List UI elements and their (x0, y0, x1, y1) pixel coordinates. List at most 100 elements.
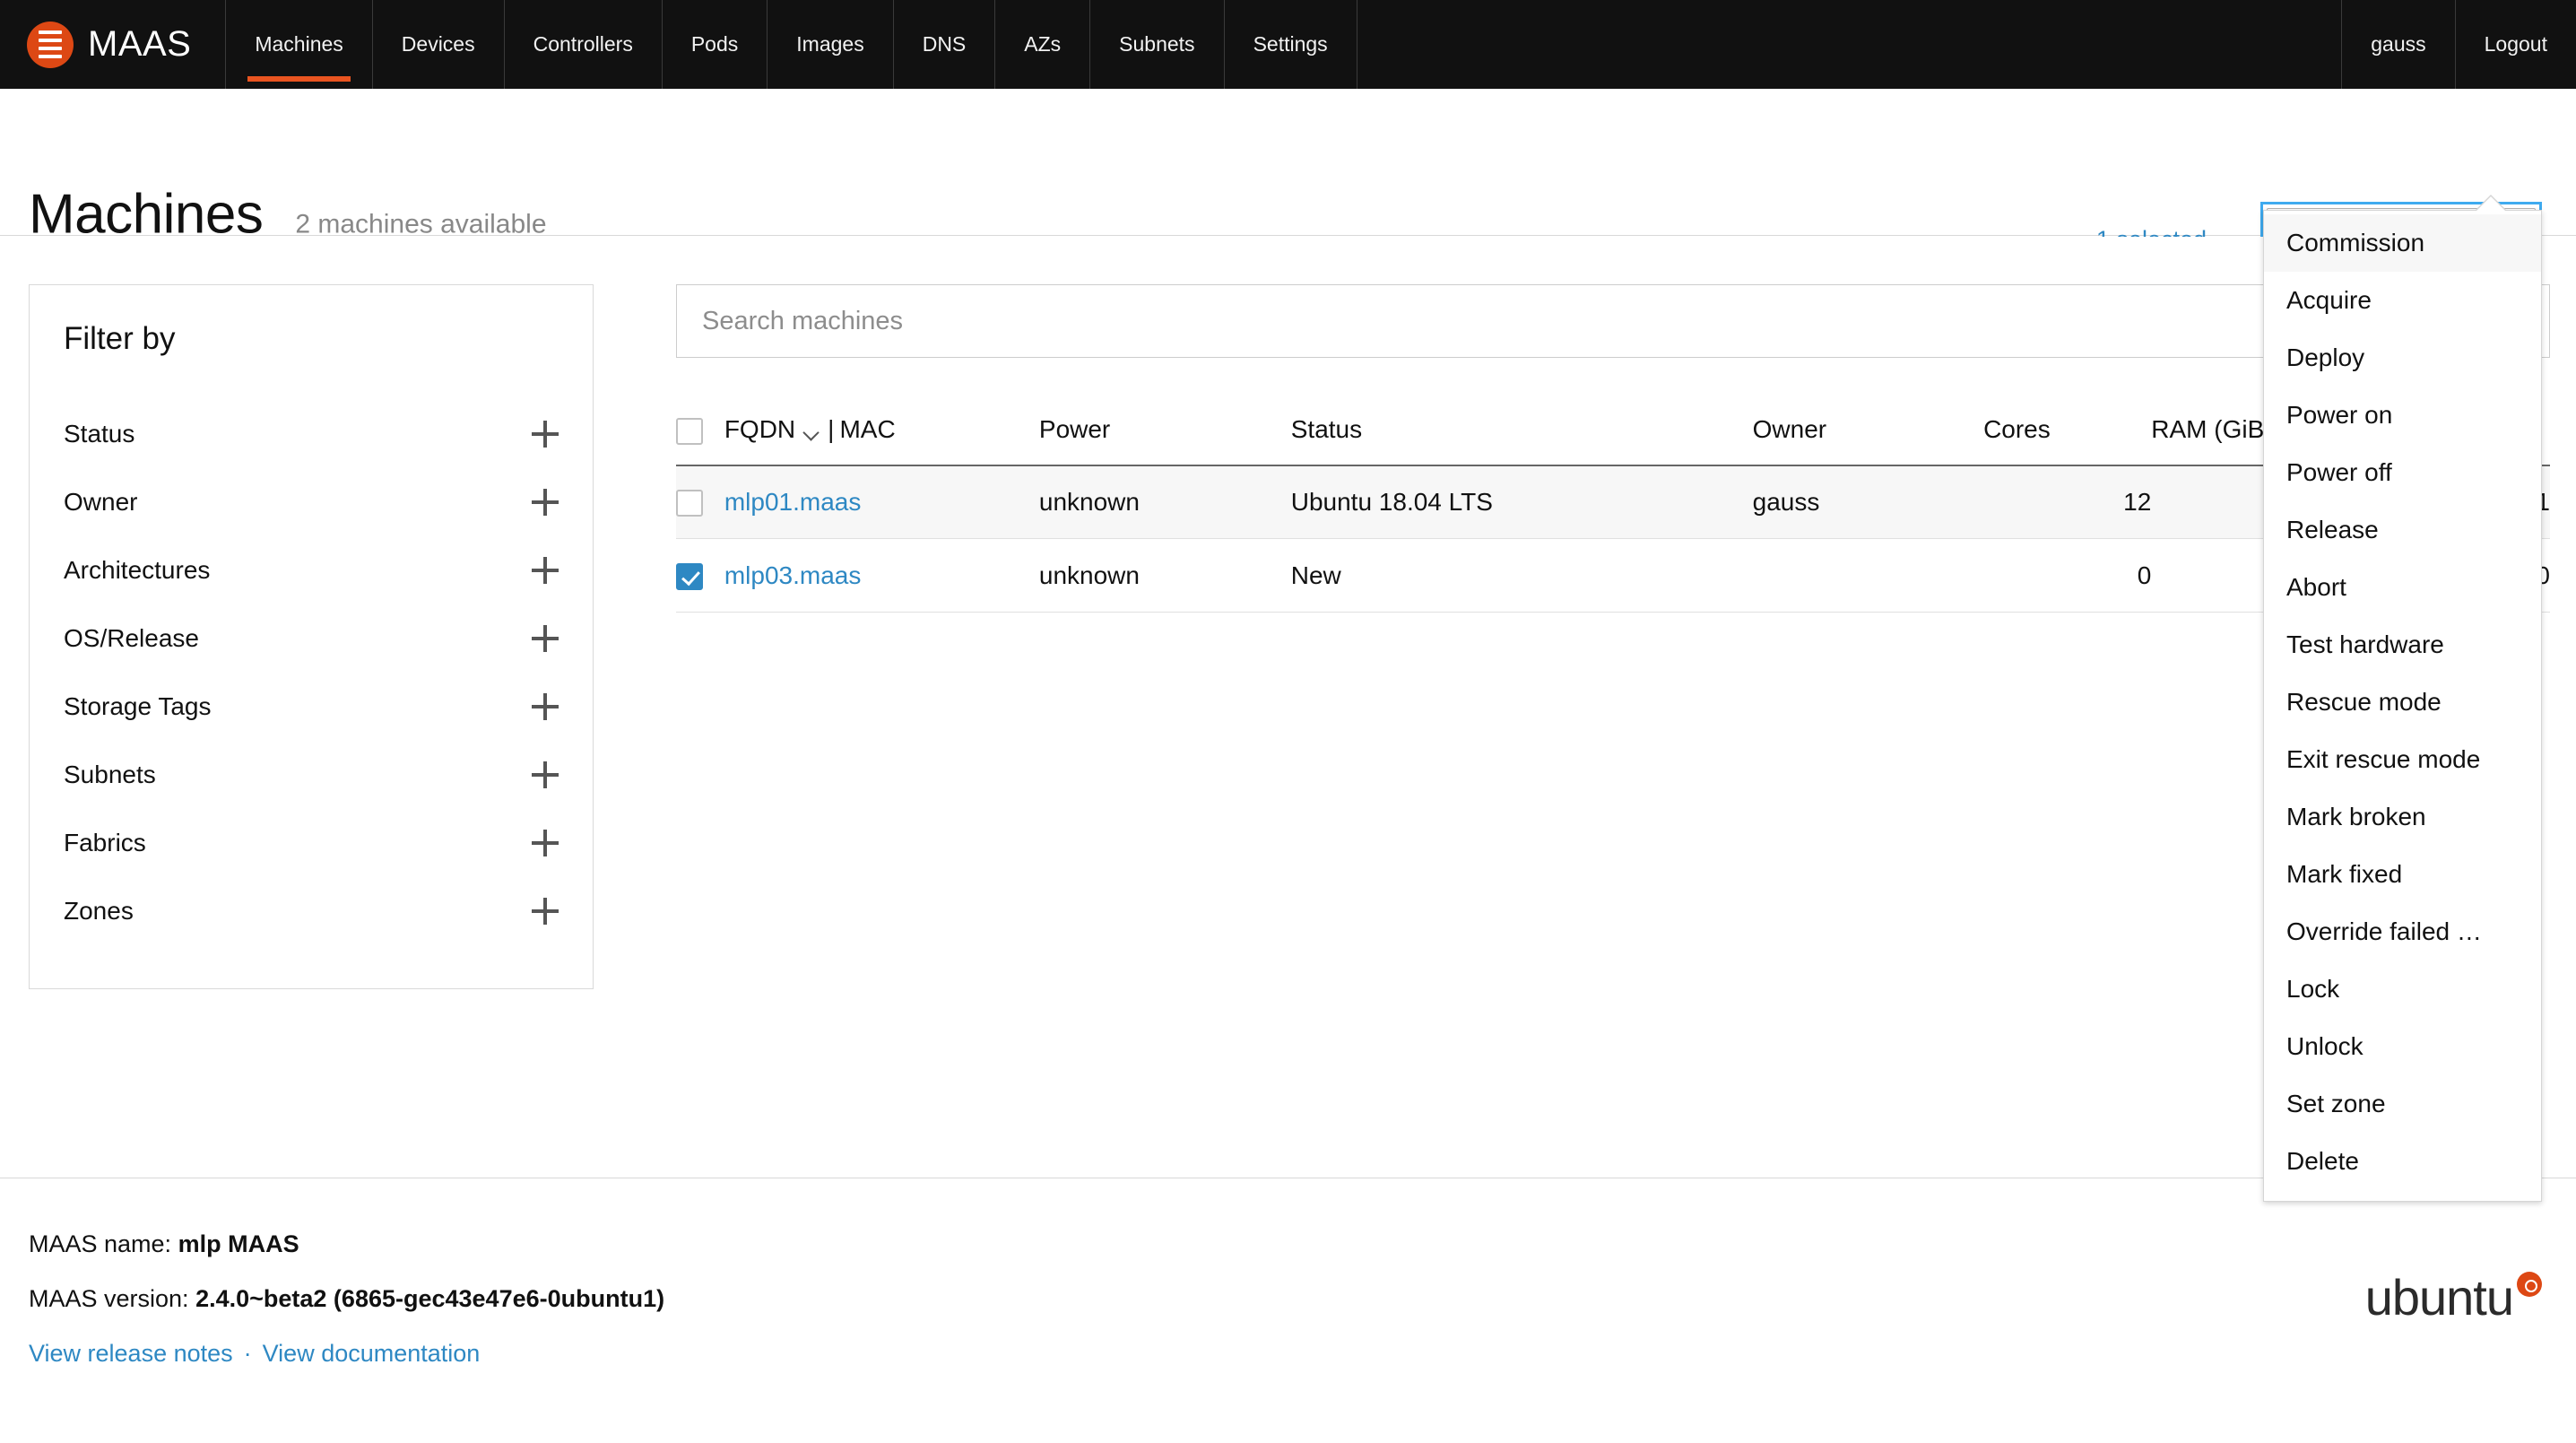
row-cores-cell: 12 (1983, 465, 2151, 539)
search-input[interactable] (702, 307, 2524, 336)
ubuntu-logo: ubuntu (2365, 1268, 2542, 1326)
column-header-label: RAM (GiB) (2151, 415, 2272, 443)
menu-item-label: Abort (2286, 573, 2346, 601)
column-header-label: Power (1039, 415, 1110, 443)
nav-item-label: Pods (691, 32, 738, 57)
brand-logo[interactable]: MAAS (0, 0, 225, 89)
row-power-cell: unknown (1039, 539, 1291, 613)
maas-version-value: 2.4.0~beta2 (6865-gec43e47e6-0ubuntu1) (195, 1285, 664, 1312)
menu-item-mark-fixed[interactable]: Mark fixed (2264, 846, 2541, 903)
column-header-owner[interactable]: Owner (1753, 403, 1983, 465)
column-header-status[interactable]: Status (1291, 403, 1753, 465)
primary-nav-items: Machines Devices Controllers Pods Images… (225, 0, 2341, 89)
plus-icon (532, 625, 559, 652)
menu-item-abort[interactable]: Abort (2264, 559, 2541, 616)
menu-item-acquire[interactable]: Acquire (2264, 272, 2541, 329)
row-checkbox[interactable] (676, 490, 703, 517)
filter-item-zones[interactable]: Zones (64, 877, 559, 945)
header-pipe-separator: | (828, 415, 834, 443)
nav-item-settings[interactable]: Settings (1224, 0, 1357, 89)
nav-item-pods[interactable]: Pods (662, 0, 767, 89)
menu-item-label: Rescue mode (2286, 688, 2442, 716)
menu-item-override-failed[interactable]: Override failed … (2264, 903, 2541, 961)
nav-item-subnets[interactable]: Subnets (1089, 0, 1223, 89)
menu-item-exit-rescue-mode[interactable]: Exit rescue mode (2264, 731, 2541, 788)
nav-spacer (1357, 0, 2342, 89)
row-checkbox[interactable] (676, 563, 703, 590)
nav-item-label: Images (796, 32, 863, 57)
filter-panel-title: Filter by (64, 321, 559, 357)
nav-item-dns[interactable]: DNS (893, 0, 995, 89)
row-owner-cell (1753, 539, 1983, 613)
menu-item-label: Exit rescue mode (2286, 745, 2480, 773)
release-notes-link[interactable]: View release notes (29, 1340, 233, 1367)
documentation-link[interactable]: View documentation (263, 1340, 481, 1367)
menu-item-power-on[interactable]: Power on (2264, 387, 2541, 444)
machine-link[interactable]: mlp01.maas (724, 488, 862, 516)
filter-item-subnets[interactable]: Subnets (64, 741, 559, 809)
nav-item-logout[interactable]: Logout (2455, 0, 2576, 89)
select-all-checkbox[interactable] (676, 418, 703, 445)
column-header-fqdn[interactable]: FQDN|MAC (724, 403, 1039, 465)
filter-item-label: Status (64, 420, 134, 448)
select-all-header (676, 403, 724, 465)
nav-item-label: Devices (402, 32, 475, 57)
filter-item-fabrics[interactable]: Fabrics (64, 809, 559, 877)
menu-item-set-zone[interactable]: Set zone (2264, 1075, 2541, 1133)
row-status-cell: Ubuntu 18.04 LTS (1291, 465, 1753, 539)
menu-item-label: Unlock (2286, 1032, 2364, 1060)
filter-item-owner[interactable]: Owner (64, 468, 559, 536)
top-navigation-bar: MAAS Machines Devices Controllers Pods I… (0, 0, 2576, 89)
menu-item-power-off[interactable]: Power off (2264, 444, 2541, 501)
nav-item-label: Logout (2485, 32, 2547, 57)
menu-item-delete[interactable]: Delete (2264, 1133, 2541, 1190)
row-fqdn-cell: mlp03.maas (724, 539, 1039, 613)
filter-item-label: Fabrics (64, 829, 146, 857)
menu-item-label: Override failed … (2286, 917, 2482, 945)
filter-item-label: OS/Release (64, 624, 199, 653)
maas-version-line: MAAS version: 2.4.0~beta2 (6865-gec43e47… (29, 1285, 2542, 1313)
machine-link[interactable]: mlp03.maas (724, 561, 862, 589)
filter-item-architectures[interactable]: Architectures (64, 536, 559, 604)
menu-item-label: Set zone (2286, 1090, 2386, 1117)
row-fqdn-cell: mlp01.maas (724, 465, 1039, 539)
nav-item-controllers[interactable]: Controllers (504, 0, 662, 89)
maas-name-label: MAAS name: (29, 1230, 171, 1257)
row-cores-cell: 0 (1983, 539, 2151, 613)
plus-icon (532, 693, 559, 720)
page-footer: MAAS name: mlp MAAS MAAS version: 2.4.0~… (0, 1178, 2576, 1443)
nav-item-label: Settings (1253, 32, 1328, 57)
menu-item-lock[interactable]: Lock (2264, 961, 2541, 1018)
menu-item-label: Lock (2286, 975, 2339, 1003)
menu-item-release[interactable]: Release (2264, 501, 2541, 559)
menu-item-deploy[interactable]: Deploy (2264, 329, 2541, 387)
take-action-dropdown-menu: Commission Acquire Deploy Power on Power… (2263, 210, 2542, 1202)
filter-item-label: Storage Tags (64, 692, 212, 721)
menu-item-mark-broken[interactable]: Mark broken (2264, 788, 2541, 846)
filter-item-label: Architectures (64, 556, 210, 585)
nav-item-label: Machines (255, 32, 343, 57)
menu-item-commission[interactable]: Commission (2264, 214, 2541, 272)
maas-name-value: mlp MAAS (178, 1230, 299, 1257)
row-select-cell (676, 465, 724, 539)
menu-item-label: Acquire (2286, 286, 2372, 314)
filter-item-storage-tags[interactable]: Storage Tags (64, 673, 559, 741)
filter-item-status[interactable]: Status (64, 400, 559, 468)
content-area: Filter by Status Owner Architectures OS/… (0, 237, 2576, 1178)
nav-item-azs[interactable]: AZs (994, 0, 1089, 89)
nav-item-devices[interactable]: Devices (372, 0, 504, 89)
ubuntu-circle-of-friends-icon (2517, 1272, 2542, 1297)
chevron-down-icon (804, 427, 820, 438)
column-header-cores[interactable]: Cores (1983, 403, 2151, 465)
menu-item-test-hardware[interactable]: Test hardware (2264, 616, 2541, 674)
plus-icon (532, 557, 559, 584)
menu-item-label: Commission (2286, 229, 2424, 256)
column-header-power[interactable]: Power (1039, 403, 1291, 465)
nav-item-user-account[interactable]: gauss (2341, 0, 2454, 89)
menu-item-unlock[interactable]: Unlock (2264, 1018, 2541, 1075)
nav-item-machines[interactable]: Machines (225, 0, 371, 89)
menu-item-label: Deploy (2286, 343, 2364, 371)
menu-item-rescue-mode[interactable]: Rescue mode (2264, 674, 2541, 731)
nav-item-images[interactable]: Images (767, 0, 892, 89)
filter-item-os-release[interactable]: OS/Release (64, 604, 559, 673)
